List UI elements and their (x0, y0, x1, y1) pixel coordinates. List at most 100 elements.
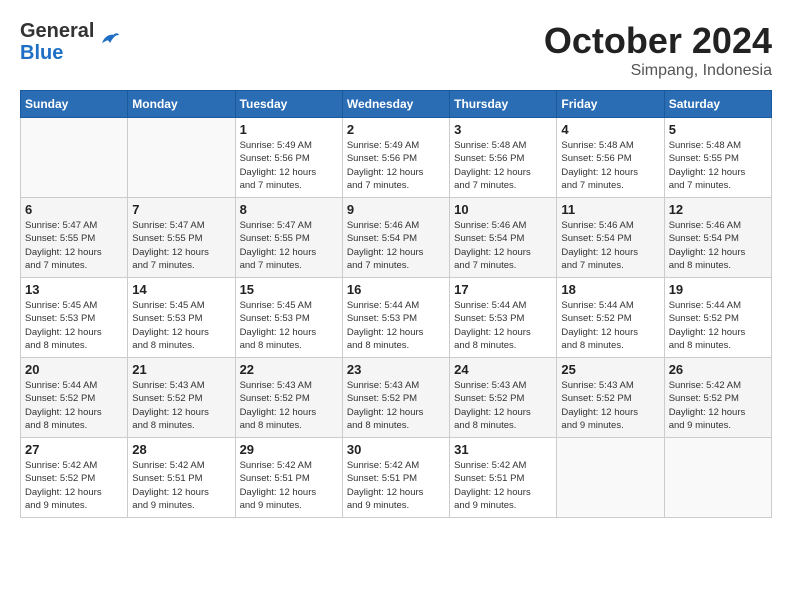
day-content: Sunrise: 5:48 AM Sunset: 5:56 PM Dayligh… (561, 139, 659, 192)
day-content: Sunrise: 5:42 AM Sunset: 5:51 PM Dayligh… (132, 459, 230, 512)
calendar-cell: 15 Sunrise: 5:45 AM Sunset: 5:53 PM Dayli… (235, 278, 342, 358)
calendar-cell: 16 Sunrise: 5:44 AM Sunset: 5:53 PM Dayli… (342, 278, 449, 358)
calendar-cell: 11 Sunrise: 5:46 AM Sunset: 5:54 PM Dayli… (557, 198, 664, 278)
day-content: Sunrise: 5:45 AM Sunset: 5:53 PM Dayligh… (132, 299, 230, 352)
day-number: 21 (132, 362, 230, 377)
day-number: 20 (25, 362, 123, 377)
day-number: 5 (669, 122, 767, 137)
day-number: 28 (132, 442, 230, 457)
day-content: Sunrise: 5:45 AM Sunset: 5:53 PM Dayligh… (240, 299, 338, 352)
calendar-cell: 19 Sunrise: 5:44 AM Sunset: 5:52 PM Dayli… (664, 278, 771, 358)
weekday-header-monday: Monday (128, 91, 235, 118)
day-number: 23 (347, 362, 445, 377)
calendar-cell (128, 118, 235, 198)
day-number: 10 (454, 202, 552, 217)
calendar-cell (21, 118, 128, 198)
weekday-header-row: SundayMondayTuesdayWednesdayThursdayFrid… (21, 91, 772, 118)
calendar-cell: 23Sunrise: 5:43 AM Sunset: 5:52 PM Dayli… (342, 358, 449, 438)
day-content: Sunrise: 5:42 AM Sunset: 5:51 PM Dayligh… (347, 459, 445, 512)
logo: General Blue (20, 20, 120, 64)
day-number: 1 (240, 122, 338, 137)
calendar-table: SundayMondayTuesdayWednesdayThursdayFrid… (20, 90, 772, 518)
day-content: Sunrise: 5:44 AM Sunset: 5:52 PM Dayligh… (669, 299, 767, 352)
day-number: 17 (454, 282, 552, 297)
day-number: 16 (347, 282, 445, 297)
day-content: Sunrise: 5:43 AM Sunset: 5:52 PM Dayligh… (561, 379, 659, 432)
day-number: 19 (669, 282, 767, 297)
day-content: Sunrise: 5:44 AM Sunset: 5:53 PM Dayligh… (454, 299, 552, 352)
day-number: 8 (240, 202, 338, 217)
calendar-cell: 27 Sunrise: 5:42 AM Sunset: 5:52 PM Dayli… (21, 438, 128, 518)
day-content: Sunrise: 5:43 AM Sunset: 5:52 PM Dayligh… (240, 379, 338, 432)
title-block: October 2024 Simpang, Indonesia (544, 20, 772, 80)
day-number: 3 (454, 122, 552, 137)
calendar-cell: 28 Sunrise: 5:42 AM Sunset: 5:51 PM Dayli… (128, 438, 235, 518)
calendar-cell: 13 Sunrise: 5:45 AM Sunset: 5:53 PM Dayli… (21, 278, 128, 358)
calendar-cell: 14 Sunrise: 5:45 AM Sunset: 5:53 PM Dayli… (128, 278, 235, 358)
day-content: Sunrise: 5:44 AM Sunset: 5:52 PM Dayligh… (25, 379, 123, 432)
day-number: 30 (347, 442, 445, 457)
calendar-cell: 6Sunrise: 5:47 AM Sunset: 5:55 PM Daylig… (21, 198, 128, 278)
weekday-header-thursday: Thursday (450, 91, 557, 118)
day-content: Sunrise: 5:46 AM Sunset: 5:54 PM Dayligh… (454, 219, 552, 272)
day-content: Sunrise: 5:49 AM Sunset: 5:56 PM Dayligh… (240, 139, 338, 192)
day-content: Sunrise: 5:45 AM Sunset: 5:53 PM Dayligh… (25, 299, 123, 352)
day-number: 31 (454, 442, 552, 457)
calendar-cell: 29 Sunrise: 5:42 AM Sunset: 5:51 PM Dayli… (235, 438, 342, 518)
calendar-cell: 2 Sunrise: 5:49 AM Sunset: 5:56 PM Daylig… (342, 118, 449, 198)
day-content: Sunrise: 5:44 AM Sunset: 5:53 PM Dayligh… (347, 299, 445, 352)
day-number: 18 (561, 282, 659, 297)
weekday-header-wednesday: Wednesday (342, 91, 449, 118)
day-content: Sunrise: 5:46 AM Sunset: 5:54 PM Dayligh… (561, 219, 659, 272)
day-content: Sunrise: 5:48 AM Sunset: 5:55 PM Dayligh… (669, 139, 767, 192)
day-content: Sunrise: 5:48 AM Sunset: 5:56 PM Dayligh… (454, 139, 552, 192)
day-number: 11 (561, 202, 659, 217)
day-number: 12 (669, 202, 767, 217)
calendar-cell (664, 438, 771, 518)
calendar-cell: 24Sunrise: 5:43 AM Sunset: 5:52 PM Dayli… (450, 358, 557, 438)
day-content: Sunrise: 5:47 AM Sunset: 5:55 PM Dayligh… (132, 219, 230, 272)
day-number: 14 (132, 282, 230, 297)
day-number: 26 (669, 362, 767, 377)
day-content: Sunrise: 5:42 AM Sunset: 5:51 PM Dayligh… (454, 459, 552, 512)
calendar-cell: 20 Sunrise: 5:44 AM Sunset: 5:52 PM Dayli… (21, 358, 128, 438)
day-number: 24 (454, 362, 552, 377)
day-number: 22 (240, 362, 338, 377)
day-content: Sunrise: 5:44 AM Sunset: 5:52 PM Dayligh… (561, 299, 659, 352)
calendar-cell: 10 Sunrise: 5:46 AM Sunset: 5:54 PM Dayli… (450, 198, 557, 278)
weekday-header-tuesday: Tuesday (235, 91, 342, 118)
day-number: 15 (240, 282, 338, 297)
calendar-week-row: 27 Sunrise: 5:42 AM Sunset: 5:52 PM Dayli… (21, 438, 772, 518)
day-number: 29 (240, 442, 338, 457)
location-subtitle: Simpang, Indonesia (544, 62, 772, 80)
calendar-cell: 31 Sunrise: 5:42 AM Sunset: 5:51 PM Dayli… (450, 438, 557, 518)
day-content: Sunrise: 5:42 AM Sunset: 5:52 PM Dayligh… (669, 379, 767, 432)
day-content: Sunrise: 5:49 AM Sunset: 5:56 PM Dayligh… (347, 139, 445, 192)
calendar-cell: 25Sunrise: 5:43 AM Sunset: 5:52 PM Dayli… (557, 358, 664, 438)
calendar-cell: 8Sunrise: 5:47 AM Sunset: 5:55 PM Daylig… (235, 198, 342, 278)
calendar-cell: 3 Sunrise: 5:48 AM Sunset: 5:56 PM Daylig… (450, 118, 557, 198)
weekday-header-friday: Friday (557, 91, 664, 118)
day-number: 27 (25, 442, 123, 457)
calendar-cell: 22 Sunrise: 5:43 AM Sunset: 5:52 PM Dayli… (235, 358, 342, 438)
calendar-cell: 26 Sunrise: 5:42 AM Sunset: 5:52 PM Dayli… (664, 358, 771, 438)
day-content: Sunrise: 5:42 AM Sunset: 5:51 PM Dayligh… (240, 459, 338, 512)
calendar-cell: 9Sunrise: 5:46 AM Sunset: 5:54 PM Daylig… (342, 198, 449, 278)
day-number: 7 (132, 202, 230, 217)
day-number: 9 (347, 202, 445, 217)
weekday-header-saturday: Saturday (664, 91, 771, 118)
calendar-week-row: 13 Sunrise: 5:45 AM Sunset: 5:53 PM Dayli… (21, 278, 772, 358)
logo-blue-text: Blue (20, 42, 94, 64)
day-number: 2 (347, 122, 445, 137)
calendar-cell: 4Sunrise: 5:48 AM Sunset: 5:56 PM Daylig… (557, 118, 664, 198)
day-content: Sunrise: 5:47 AM Sunset: 5:55 PM Dayligh… (25, 219, 123, 272)
calendar-week-row: 1 Sunrise: 5:49 AM Sunset: 5:56 PM Daylig… (21, 118, 772, 198)
day-content: Sunrise: 5:46 AM Sunset: 5:54 PM Dayligh… (669, 219, 767, 272)
logo-general-text: General (20, 20, 94, 42)
calendar-cell: 1 Sunrise: 5:49 AM Sunset: 5:56 PM Daylig… (235, 118, 342, 198)
calendar-cell: 30 Sunrise: 5:42 AM Sunset: 5:51 PM Dayli… (342, 438, 449, 518)
calendar-cell: 7 Sunrise: 5:47 AM Sunset: 5:55 PM Daylig… (128, 198, 235, 278)
day-number: 13 (25, 282, 123, 297)
day-content: Sunrise: 5:42 AM Sunset: 5:52 PM Dayligh… (25, 459, 123, 512)
weekday-header-sunday: Sunday (21, 91, 128, 118)
